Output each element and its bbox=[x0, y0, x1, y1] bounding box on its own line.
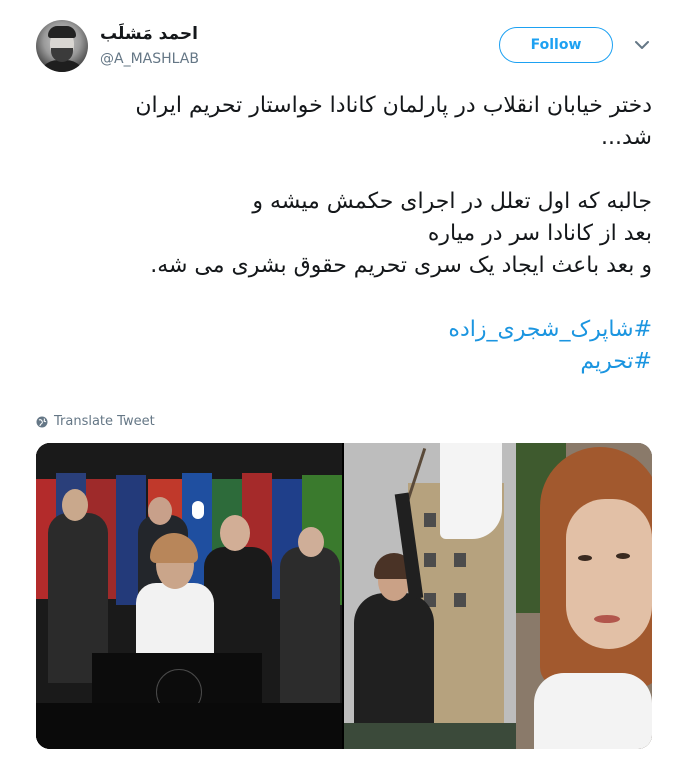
tweet-header: احمد مَشلَب @A_MASHLAB Follow bbox=[0, 0, 682, 80]
tweet-line: دختر خیابان انقلاب در پارلمان کانادا خوا… bbox=[135, 93, 652, 118]
follow-button[interactable]: Follow bbox=[499, 27, 613, 63]
tweet-line: جالبه که اول تعلل در اجرای حکمش میشه و bbox=[252, 189, 652, 214]
hashtag-link[interactable]: #تحریم bbox=[36, 346, 652, 378]
tweet-line: و بعد باعث ایجاد یک سری تحریم حقوق بشری … bbox=[150, 253, 652, 278]
woman-portrait-photo[interactable] bbox=[344, 443, 652, 749]
author-display-name[interactable]: احمد مَشلَب bbox=[100, 24, 198, 44]
avatar[interactable] bbox=[36, 20, 88, 72]
tweet-media[interactable] bbox=[36, 443, 652, 749]
author-handle[interactable]: @A_MASHLAB bbox=[100, 51, 199, 67]
hashtag-link[interactable]: #شاپرک_شجری_زاده bbox=[36, 314, 652, 346]
globe-icon bbox=[36, 416, 48, 427]
tweet-text: دختر خیابان انقلاب در پارلمان کانادا خوا… bbox=[36, 90, 652, 378]
chevron-down-icon[interactable] bbox=[633, 36, 651, 54]
press-conference-photo[interactable] bbox=[36, 443, 342, 749]
translate-tweet-link[interactable]: Translate Tweet bbox=[36, 414, 155, 429]
tweet-line: شد... bbox=[601, 125, 652, 150]
translate-label: Translate Tweet bbox=[54, 414, 155, 429]
tweet-line: بعد از کانادا سر در میاره bbox=[427, 221, 652, 246]
